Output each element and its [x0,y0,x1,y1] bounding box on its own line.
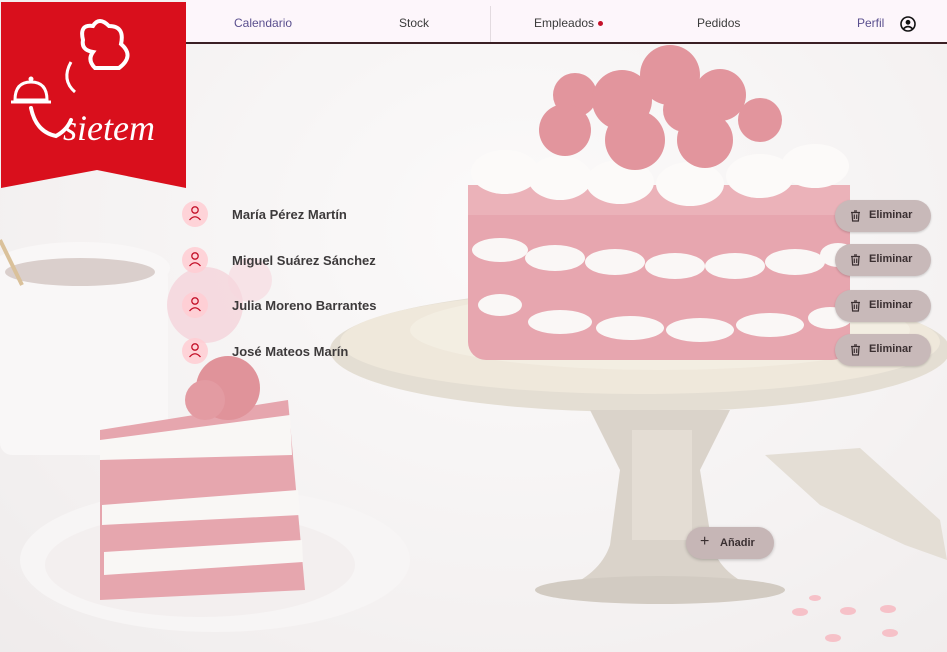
person-icon [182,247,208,273]
brand-logo[interactable]: sietem [1,2,186,191]
person-icon [182,201,208,227]
delete-employee-button[interactable]: Eliminar [835,244,931,276]
nav-empleados[interactable]: Empleados [534,0,604,44]
nav-empleados-label: Empleados [534,16,595,30]
plus-icon: + [700,533,710,550]
person-icon [182,292,208,318]
nav-divider [490,6,491,42]
employee-name: Miguel Suárez Sánchez [232,253,376,268]
employee-row: José Mateos Marín [182,338,382,368]
delete-label: Eliminar [869,209,913,221]
brand-wordmark: sietem [63,108,155,148]
delete-label: Eliminar [869,343,913,355]
add-employee-button[interactable]: + Añadir [686,527,774,559]
nav-calendario[interactable]: Calendario [234,0,292,44]
delete-label: Eliminar [869,299,913,311]
account-circle-icon[interactable] [900,16,916,32]
top-navigation: Calendario Stock Empleados Pedidos Perfi… [186,0,947,44]
notification-dot [598,21,604,26]
employee-row: María Pérez Martín [182,201,382,231]
employee-name: María Pérez Martín [232,207,347,222]
nav-stock[interactable]: Stock [399,0,429,44]
trash-icon [851,210,860,222]
delete-label: Eliminar [869,253,913,265]
delete-employee-button[interactable]: Eliminar [835,290,931,322]
employee-name: José Mateos Marín [232,344,349,359]
person-icon [182,338,208,364]
nav-perfil[interactable]: Perfil [857,0,884,44]
delete-employee-button[interactable]: Eliminar [835,200,931,232]
trash-icon [851,300,860,312]
employee-name: Julia Moreno Barrantes [232,298,377,313]
add-label: Añadir [720,537,755,549]
employee-row: Julia Moreno Barrantes [182,292,382,322]
nav-pedidos[interactable]: Pedidos [697,0,740,44]
trash-icon [851,344,860,356]
delete-employee-button[interactable]: Eliminar [835,334,931,366]
trash-icon [851,254,860,266]
employee-row: Miguel Suárez Sánchez [182,247,382,277]
